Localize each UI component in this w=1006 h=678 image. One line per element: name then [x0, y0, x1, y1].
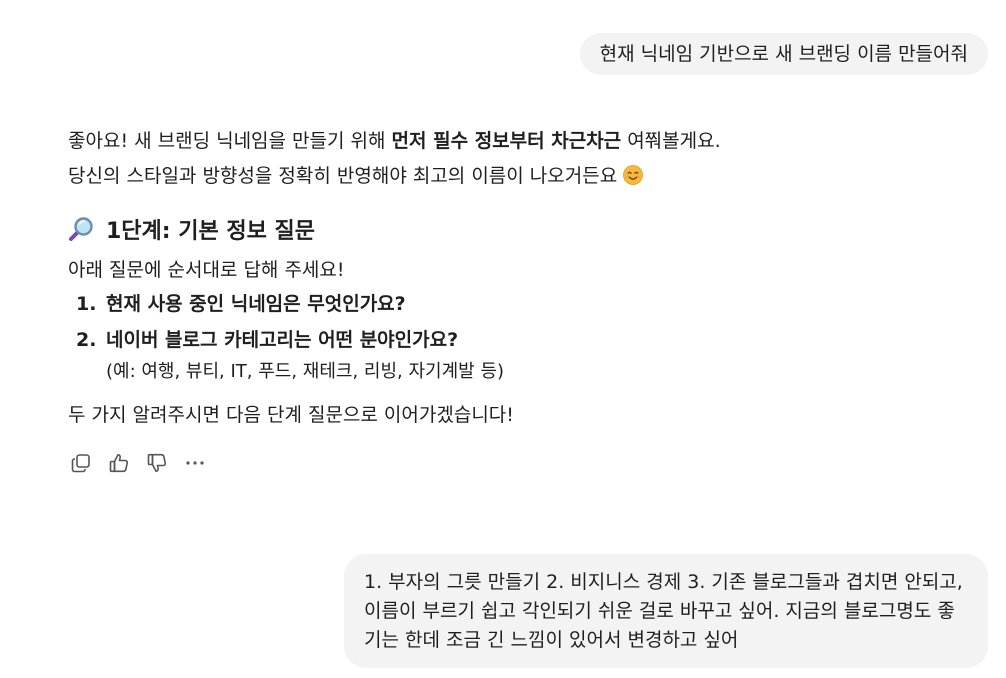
thumbs-down-icon — [147, 453, 167, 472]
list-number: 1. — [76, 293, 97, 315]
user-message-bubble: 1. 부자의 그릇 만들기 2. 비지니스 경제 3. 기존 블로그들과 겹치면… — [344, 554, 988, 668]
dislike-button[interactable] — [144, 450, 170, 476]
magnifying-glass-icon — [69, 217, 93, 241]
list-item: 2. 네이버 블로그 카테고리는 어떤 분야인가요? — [68, 323, 968, 357]
question-text: 네이버 블로그 카테고리는 어떤 분야인가요? — [106, 329, 459, 351]
user-message-bubble: 현재 닉네임 기반으로 새 브랜딩 이름 만들어줘 — [579, 33, 988, 75]
like-button[interactable] — [106, 450, 132, 476]
question-list: 1. 현재 사용 중인 닉네임은 무엇인가요? 2. 네이버 블로그 카테고리는… — [68, 287, 968, 357]
thumbs-up-icon — [109, 454, 129, 473]
user-message-text: 1. 부자의 그릇 만들기 2. 비지니스 경제 3. 기존 블로그들과 겹치면… — [364, 571, 963, 651]
copy-icon — [71, 454, 90, 473]
assistant-text: 여쭤볼게요. — [621, 130, 721, 152]
smiling-face-emoji-icon — [623, 165, 644, 185]
assistant-message: 좋아요! 새 브랜딩 닉네임을 만들기 위해 먼저 필수 정보부터 차근차근 여… — [68, 124, 968, 478]
assistant-text: 당신의 스타일과 방향성을 정확히 반영해야 최고의 이름이 나오거든요 — [68, 165, 618, 187]
assistant-text: 좋아요! 새 브랜딩 닉네임을 만들기 위해 — [68, 130, 392, 152]
question-text: 현재 사용 중인 닉네임은 무엇인가요? — [106, 293, 406, 315]
assistant-paragraph-1: 좋아요! 새 브랜딩 닉네임을 만들기 위해 먼저 필수 정보부터 차근차근 여… — [68, 124, 968, 159]
question-note: (예: 여행, 뷰티, IT, 푸드, 재테크, 리빙, 자기계발 등) — [106, 361, 505, 382]
list-item: 1. 현재 사용 중인 닉네임은 무엇인가요? — [68, 287, 968, 321]
list-number: 2. — [76, 329, 97, 351]
section-heading: 1단계: 기본 정보 질문 — [68, 212, 968, 246]
more-options-button[interactable] — [182, 450, 208, 476]
assistant-paragraph-2: 당신의 스타일과 방향성을 정확히 반영해야 최고의 이름이 나오거든요 — [68, 159, 968, 194]
more-icon — [186, 461, 204, 465]
copy-button[interactable] — [68, 450, 94, 476]
intro-text: 아래 질문에 순서대로 답해 주세요! — [68, 259, 345, 281]
closing-text: 두 가지 알려주시면 다음 단계 질문으로 이어가겠습니다! — [68, 404, 514, 426]
message-actions — [68, 448, 968, 478]
assistant-bold-text: 먼저 필수 정보부터 차근차근 — [391, 130, 622, 152]
section-heading-text: 1단계: 기본 정보 질문 — [106, 219, 316, 244]
user-message-text: 현재 닉네임 기반으로 새 브랜딩 이름 만들어줘 — [599, 43, 968, 65]
